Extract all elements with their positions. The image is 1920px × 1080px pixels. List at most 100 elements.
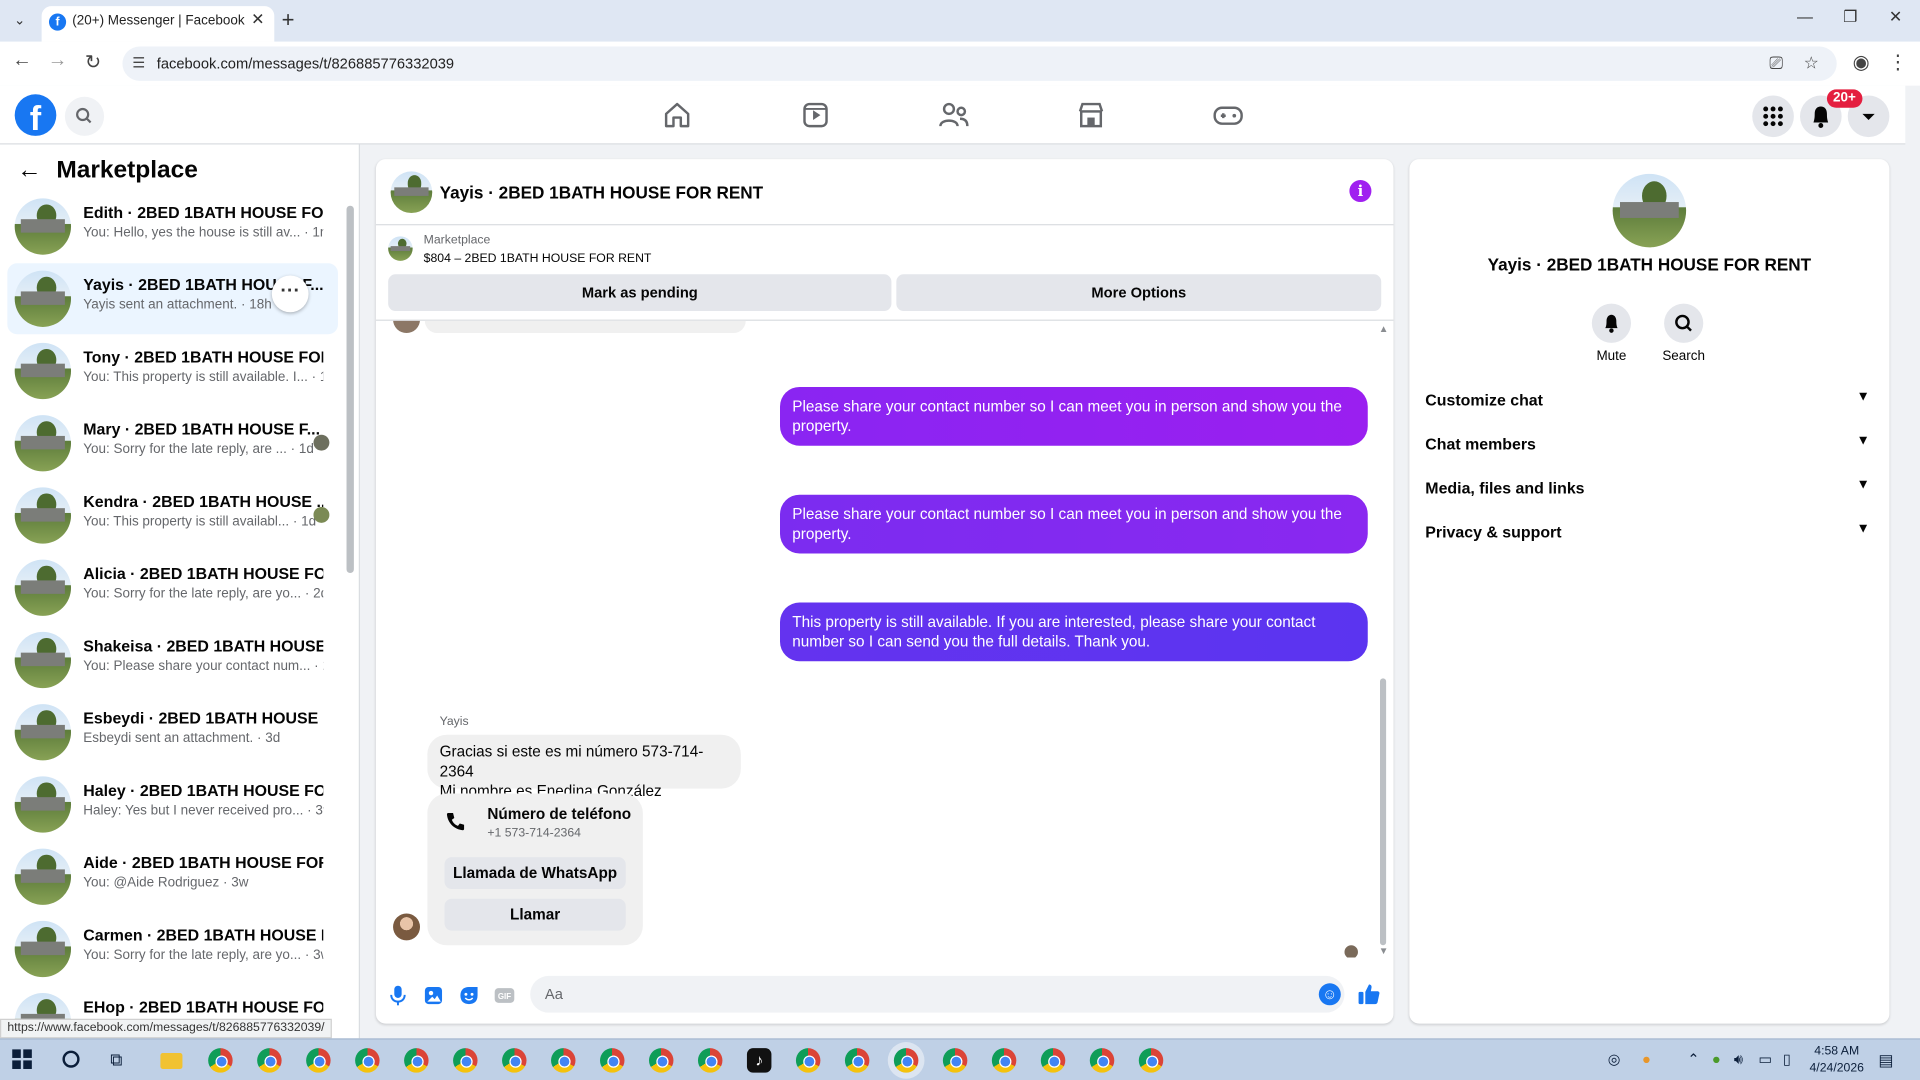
tab-close-icon[interactable]: ✕ bbox=[251, 10, 264, 30]
chat-scrollbar-thumb[interactable] bbox=[1380, 678, 1387, 946]
search-in-chat-button[interactable]: Search bbox=[1647, 303, 1720, 364]
browser-menu-icon[interactable]: ⋮ bbox=[1886, 50, 1910, 74]
listing-thumbnail[interactable] bbox=[388, 236, 413, 261]
facebook-logo-icon[interactable]: f bbox=[14, 94, 57, 137]
mark-as-pending-button[interactable]: Mark as pending bbox=[388, 274, 892, 312]
conversation-item[interactable]: Carmen · 2BED 1BATH HOUSE F... You: Sorry… bbox=[7, 913, 338, 984]
back-arrow-icon[interactable]: ← bbox=[10, 50, 34, 72]
whatsapp-call-button[interactable]: Llamada de WhatsApp bbox=[444, 857, 626, 889]
sticker-icon[interactable] bbox=[458, 984, 480, 1006]
privacy-support-section[interactable]: Privacy & support ▼ bbox=[1424, 512, 1875, 554]
tray-security-icon[interactable]: ● bbox=[1712, 1051, 1721, 1068]
chrome-profile-icon[interactable] bbox=[257, 1048, 282, 1073]
url-text[interactable]: facebook.com/messages/t/826885776332039 bbox=[157, 55, 454, 72]
chrome-profile-icon[interactable] bbox=[991, 1048, 1017, 1073]
conversation-item[interactable]: Kendra · 2BED 1BATH HOUSE ... You: This p… bbox=[7, 480, 338, 551]
taskbar-clock[interactable]: 4:58 AM 4/24/2026 bbox=[1798, 1043, 1876, 1077]
nav-gaming-icon[interactable] bbox=[1204, 98, 1253, 132]
notification-center-icon[interactable]: ▤ bbox=[1878, 1051, 1893, 1071]
chrome-profile-icon[interactable] bbox=[1138, 1048, 1164, 1073]
microphone-icon[interactable] bbox=[387, 984, 409, 1006]
listing-price-title[interactable]: $804 – 2BED 1BATH HOUSE FOR RENT bbox=[424, 252, 652, 265]
call-button[interactable]: Llamar bbox=[444, 898, 626, 931]
conversation-item[interactable]: Esbeydi · 2BED 1BATH HOUSE F... Esbeydi s… bbox=[7, 697, 338, 768]
tiktok-icon[interactable]: ♪ bbox=[746, 1048, 772, 1073]
volume-icon[interactable]: 🔊︎ bbox=[1734, 1051, 1743, 1069]
mute-button[interactable]: Mute bbox=[1575, 303, 1648, 364]
conversation-item[interactable]: Mary · 2BED 1BATH HOUSE F... You: Sorry f… bbox=[7, 408, 338, 479]
conversation-item[interactable]: Tony · 2BED 1BATH HOUSE FOR ... You: This… bbox=[7, 336, 338, 407]
task-view-icon[interactable]: ⧉ bbox=[110, 1049, 122, 1070]
tab-list-chevron-icon[interactable]: ⌄ bbox=[7, 10, 31, 32]
nav-marketplace-icon[interactable] bbox=[1067, 98, 1116, 132]
tray-orange-icon[interactable]: ● bbox=[1642, 1051, 1651, 1068]
info-icon[interactable]: i bbox=[1349, 180, 1372, 203]
network-icon[interactable]: ▭ bbox=[1758, 1051, 1772, 1068]
chrome-profile-icon[interactable] bbox=[551, 1048, 576, 1073]
conversation-item[interactable]: Alicia · 2BED 1BATH HOUSE FOR... You: Sor… bbox=[7, 552, 338, 623]
chrome-profile-icon[interactable] bbox=[404, 1048, 429, 1073]
restore-icon[interactable]: ❐ bbox=[1837, 7, 1864, 27]
conversation-item[interactable]: Aide · 2BED 1BATH HOUSE FOR ... You: @Aid… bbox=[7, 841, 338, 912]
incoming-message[interactable]: Gracias si este es mi número 573-714-236… bbox=[427, 734, 741, 800]
minimize-icon[interactable]: — bbox=[1791, 7, 1818, 25]
browser-tab[interactable]: f (20+) Messenger | Facebook ✕ bbox=[41, 6, 275, 42]
chrome-profile-icon[interactable] bbox=[502, 1048, 527, 1073]
nav-home-icon[interactable] bbox=[653, 98, 702, 132]
thumbs-up-icon[interactable] bbox=[1357, 982, 1381, 1013]
conversation-item[interactable]: Haley · 2BED 1BATH HOUSE FOR... Haley: Ye… bbox=[7, 769, 338, 840]
battery-icon[interactable]: ▯ bbox=[1783, 1051, 1791, 1068]
left-scrollbar[interactable] bbox=[346, 205, 354, 574]
conversation-item[interactable]: Edith · 2BED 1BATH HOUSE FOR ... You: Hel… bbox=[7, 191, 338, 262]
nav-friends-icon[interactable] bbox=[929, 98, 978, 132]
site-info-icon[interactable]: ☰ bbox=[132, 54, 145, 71]
outgoing-message[interactable]: This property is still available. If you… bbox=[780, 602, 1368, 662]
media-files-links-section[interactable]: Media, files and links ▼ bbox=[1424, 468, 1875, 510]
back-arrow-icon[interactable]: ← bbox=[17, 157, 41, 185]
chat-members-section[interactable]: Chat members ▼ bbox=[1424, 424, 1875, 466]
chrome-profile-icon[interactable] bbox=[600, 1048, 625, 1073]
menu-grid-button[interactable] bbox=[1752, 95, 1794, 138]
sender-avatar[interactable] bbox=[393, 913, 420, 941]
chrome-profile-icon[interactable] bbox=[1040, 1048, 1066, 1073]
chrome-profile-icon[interactable] bbox=[893, 1048, 919, 1073]
chrome-profile-icon[interactable] bbox=[697, 1048, 723, 1073]
conversation-item[interactable]: Shakeisa · 2BED 1BATH HOUSE F... You: Ple… bbox=[7, 624, 338, 695]
conversation-item[interactable]: Yayis · 2BED 1BATH HOUSE F... Yayis sent … bbox=[7, 263, 338, 335]
photo-icon[interactable] bbox=[422, 984, 444, 1006]
message-input[interactable]: Aa ☺ bbox=[530, 975, 1345, 1013]
chrome-profile-icon[interactable] bbox=[355, 1048, 380, 1073]
bookmark-star-icon[interactable]: ☆ bbox=[1804, 53, 1819, 74]
new-tab-plus-icon[interactable]: + bbox=[282, 7, 295, 33]
gif-icon[interactable]: GIF bbox=[493, 984, 515, 1006]
tray-chevron-up-icon[interactable]: ⌃ bbox=[1687, 1051, 1699, 1068]
window-close-icon[interactable]: ✕ bbox=[1882, 7, 1909, 27]
chat-title[interactable]: Yayis · 2BED 1BATH HOUSE FOR RENT bbox=[440, 182, 764, 202]
details-avatar[interactable] bbox=[1612, 173, 1687, 248]
customize-chat-section[interactable]: Customize chat ▼ bbox=[1424, 380, 1875, 422]
outgoing-message[interactable]: Please share your contact number so I ca… bbox=[780, 494, 1368, 554]
search-circle-icon[interactable] bbox=[62, 1050, 80, 1068]
profile-icon[interactable]: ◉ bbox=[1849, 50, 1873, 74]
more-options-icon[interactable]: ··· bbox=[271, 275, 309, 313]
chrome-profile-icon[interactable] bbox=[844, 1048, 870, 1073]
address-bar[interactable]: ☰ facebook.com/messages/t/82688577633203… bbox=[122, 46, 1837, 81]
chrome-profile-icon[interactable] bbox=[942, 1048, 968, 1073]
scroll-up-arrow-icon[interactable]: ▲ bbox=[1379, 323, 1389, 334]
chat-avatar[interactable] bbox=[390, 171, 433, 214]
more-options-button[interactable]: More Options bbox=[896, 274, 1382, 312]
chrome-profile-icon[interactable] bbox=[1089, 1048, 1115, 1073]
chrome-profile-icon[interactable] bbox=[795, 1048, 821, 1073]
chrome-profile-icon[interactable] bbox=[208, 1048, 233, 1073]
emoji-icon[interactable]: ☺ bbox=[1318, 983, 1341, 1006]
nav-video-icon[interactable] bbox=[791, 98, 840, 132]
tray-app-icon[interactable]: ◎ bbox=[1608, 1051, 1621, 1068]
page-scrollbar[interactable] bbox=[1905, 85, 1920, 1039]
search-button[interactable] bbox=[64, 96, 105, 136]
forward-arrow-icon[interactable]: → bbox=[45, 50, 69, 72]
chrome-profile-icon[interactable] bbox=[648, 1048, 674, 1073]
chrome-profile-icon[interactable] bbox=[453, 1048, 478, 1073]
scroll-down-arrow-icon[interactable]: ▼ bbox=[1379, 945, 1389, 956]
windows-start-icon[interactable] bbox=[12, 1049, 32, 1069]
reload-icon[interactable]: ↻ bbox=[81, 50, 105, 74]
